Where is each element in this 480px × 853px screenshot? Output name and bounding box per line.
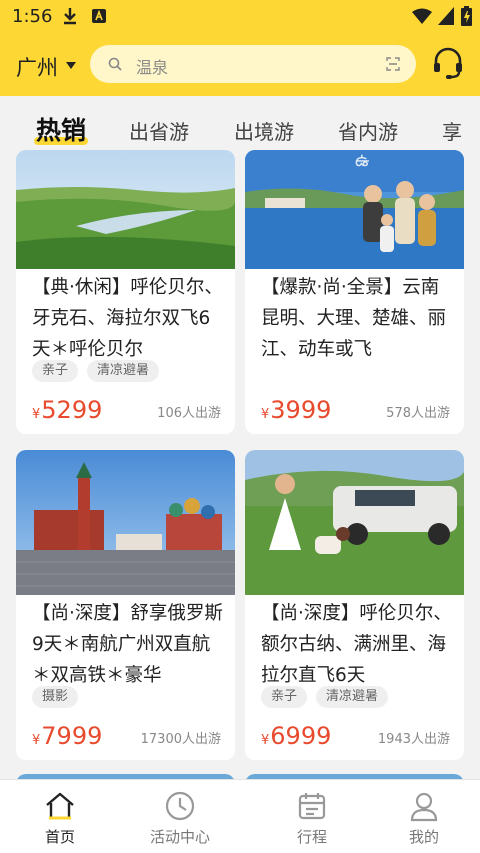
currency-symbol: ¥ xyxy=(32,407,41,422)
customer-service-icon[interactable] xyxy=(432,46,464,80)
search-placeholder[interactable]: 温泉 xyxy=(136,54,168,78)
currency-symbol: ¥ xyxy=(261,733,270,748)
red-square-photo xyxy=(16,450,235,595)
price-value: 6999 xyxy=(270,722,332,750)
card-sold-count: 1943人出游 xyxy=(377,732,450,747)
bottom-nav: 首页 活动中心 行程 我的 xyxy=(0,779,480,853)
grassland-car-photo xyxy=(245,450,464,595)
card-title: 【尚·深度】舒享俄罗斯9天＊南航广州双直航＊双高铁＊豪华 xyxy=(32,603,223,686)
currency-symbol: ¥ xyxy=(32,733,41,748)
nav-label: 我的 xyxy=(408,828,439,846)
tab-hot[interactable]: 热销 xyxy=(36,111,86,147)
user-icon xyxy=(410,792,438,822)
card-sold-count: 578人出游 xyxy=(386,406,450,421)
city-selector[interactable]: 广州 xyxy=(16,52,58,82)
nav-label: 活动中心 xyxy=(149,828,210,846)
tag-label: 亲子 xyxy=(32,360,79,382)
card-price: ¥6999 xyxy=(261,722,331,750)
nav-home[interactable]: 首页 xyxy=(0,780,120,853)
card-tags: 亲子 清凉避暑 xyxy=(32,360,160,382)
product-card[interactable]: 【尚·深度】舒享俄罗斯9天＊南航广州双直航＊双高铁＊豪华 摄影 ¥7999 17… xyxy=(16,450,235,760)
status-bar: 1:56 xyxy=(0,0,480,34)
product-card[interactable]: ఉ 【爆款·尚·全景】云南昆明、大理、楚雄、丽江、动车或飞 ¥3999 578人… xyxy=(245,150,464,434)
status-time: 1:56 xyxy=(12,6,53,27)
tab-enjoy[interactable]: 享 xyxy=(442,116,462,145)
card-tags: 亲子 清凉避暑 xyxy=(261,686,389,708)
clock-icon xyxy=(165,791,195,821)
currency-symbol: ¥ xyxy=(261,407,270,422)
family-lake-photo: ఉ xyxy=(245,150,464,269)
product-card[interactable]: 【典·休闲】呼伦贝尔、牙克石、海拉尔双飞6天＊呼伦贝尔 亲子 清凉避暑 ¥529… xyxy=(16,150,235,434)
search-bar[interactable]: 温泉 xyxy=(90,45,416,83)
card-title: 【爆款·尚·全景】云南昆明、大理、楚雄、丽江、动车或飞 xyxy=(261,277,447,360)
search-icon xyxy=(108,57,122,71)
chevron-down-icon[interactable] xyxy=(66,62,76,69)
app-a-icon xyxy=(92,9,106,23)
card-title: 【尚·深度】呼伦贝尔、额尔古纳、满洲里、海拉尔直飞6天 xyxy=(261,603,452,686)
tag-label: 清凉避暑 xyxy=(87,360,160,382)
home-icon xyxy=(46,792,74,820)
tag-label: 清凉避暑 xyxy=(316,686,389,708)
calendar-icon xyxy=(298,793,326,820)
scan-icon[interactable] xyxy=(386,57,400,71)
card-sold-count: 17300人出游 xyxy=(140,732,221,747)
tag-label: 亲子 xyxy=(261,686,308,708)
nav-label: 首页 xyxy=(44,828,75,846)
download-icon xyxy=(64,8,76,25)
tag-label: 摄影 xyxy=(32,686,79,708)
product-card[interactable]: 【尚·深度】呼伦贝尔、额尔古纳、满洲里、海拉尔直飞6天 亲子 清凉避暑 ¥699… xyxy=(245,450,464,760)
card-price: ¥5299 xyxy=(32,396,102,424)
tab-out-of-province[interactable]: 出省游 xyxy=(129,116,189,145)
battery-icon xyxy=(461,6,472,26)
signal-icon xyxy=(438,7,454,25)
nav-activity-center[interactable]: 活动中心 xyxy=(120,780,240,853)
price-value: 3999 xyxy=(270,396,332,424)
nav-label: 行程 xyxy=(296,828,327,846)
nav-itinerary[interactable]: 行程 xyxy=(252,780,372,853)
wifi-icon xyxy=(412,8,432,24)
grassland-photo xyxy=(16,150,235,269)
nav-mine[interactable]: 我的 xyxy=(364,780,480,853)
card-price: ¥3999 xyxy=(261,396,331,424)
card-tags: 摄影 xyxy=(32,686,79,708)
card-title: 【典·休闲】呼伦贝尔、牙克石、海拉尔双飞6天＊呼伦贝尔 xyxy=(32,277,223,360)
tab-outbound[interactable]: 出境游 xyxy=(234,116,294,145)
price-value: 5299 xyxy=(41,396,103,424)
price-value: 7999 xyxy=(41,722,103,750)
tab-in-province[interactable]: 省内游 xyxy=(338,116,398,145)
card-sold-count: 106人出游 xyxy=(157,406,221,421)
card-price: ¥7999 xyxy=(32,722,102,750)
svg-text:ఉ: ఉ xyxy=(355,150,369,171)
top-bar: 1:56 广州 温泉 xyxy=(0,0,480,96)
